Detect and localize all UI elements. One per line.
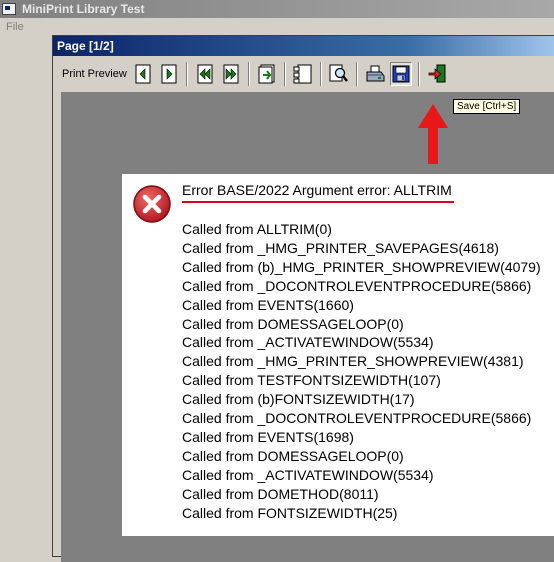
toolbar-separator: [247, 62, 250, 86]
call-stack-item: Called from _ACTIVATEWINDOW(5534): [182, 466, 434, 483]
thumbnails-button[interactable]: [292, 62, 314, 86]
error-title: Error BASE/2022 Argument error: ALLTRIM: [182, 182, 454, 203]
call-stack-item: Called from _HMG_PRINTER_SHOWPREVIEW(438…: [182, 353, 524, 370]
preview-titlebar: Page [1/2]: [53, 36, 554, 56]
call-stack-item: Called from _DOCONTROLEVENTPROCEDURE(586…: [182, 410, 532, 427]
toolbar-label: Print Preview: [62, 68, 127, 80]
red-arrow-annotation: [418, 104, 448, 164]
toolbar-separator: [185, 62, 188, 86]
save-button[interactable]: [389, 62, 412, 86]
call-stack-item: Called from (b)_HMG_PRINTER_SHOWPREVIEW(…: [182, 258, 541, 275]
call-stack-item: Called from (b)FONTSIZEWIDTH(17): [182, 391, 415, 408]
zoom-icon: [329, 64, 348, 82]
first-page-icon: [197, 64, 213, 84]
call-stack-item: Called from FONTSIZEWIDTH(25): [182, 504, 398, 521]
toolbar-separator: [355, 62, 358, 86]
close-preview-button[interactable]: [426, 62, 448, 86]
save-icon: [392, 65, 410, 83]
print-icon: [366, 65, 385, 82]
next-page-button[interactable]: [158, 62, 180, 86]
prev-page-icon: [135, 64, 151, 84]
app-icon: [2, 3, 16, 15]
error-dialog: Error BASE/2022 Argument error: ALLTRIM …: [122, 174, 554, 536]
main-window-title: MiniPrint Library Test: [22, 2, 145, 16]
last-page-button[interactable]: [220, 62, 242, 86]
menu-file[interactable]: File: [6, 21, 24, 33]
zoom-in-icon: [258, 64, 275, 84]
save-tooltip: Save [Ctrl+S]: [453, 99, 521, 114]
go-to-page-button[interactable]: [256, 62, 278, 86]
toolbar-separator: [319, 62, 322, 86]
call-stack-item: Called from _HMG_PRINTER_SAVEPAGES(4618): [182, 239, 499, 256]
call-stack-list: Called from ALLTRIM(0) Called from _HMG_P…: [182, 220, 541, 523]
call-stack-item: Called from DOMETHOD(8011): [182, 485, 379, 502]
toolbar-separator: [283, 62, 286, 86]
thumbnails-icon: [293, 64, 312, 84]
call-stack-item: Called from EVENTS(1660): [182, 296, 354, 313]
prev-page-button[interactable]: [132, 62, 154, 86]
preview-toolbar: Print Preview: [55, 58, 554, 90]
call-stack-item: Called from EVENTS(1698): [182, 428, 354, 445]
first-page-button[interactable]: [194, 62, 216, 86]
next-page-icon: [161, 64, 177, 84]
print-button[interactable]: [364, 62, 386, 86]
last-page-icon: [223, 64, 239, 84]
call-stack-item: Called from _ACTIVATEWINDOW(5534): [182, 334, 434, 351]
call-stack-item: Called from _DOCONTROLEVENTPROCEDURE(586…: [182, 277, 532, 294]
toolbar-separator: [417, 62, 420, 86]
call-stack-item: Called from DOMESSAGELOOP(0): [182, 315, 404, 332]
error-icon: [133, 185, 171, 223]
call-stack-item: Called from ALLTRIM(0): [182, 221, 332, 237]
main-window-titlebar: MiniPrint Library Test: [0, 0, 554, 18]
call-stack-item: Called from DOMESSAGELOOP(0): [182, 447, 404, 464]
close-icon: [428, 64, 446, 83]
preview-title: Page [1/2]: [57, 39, 114, 53]
zoom-button[interactable]: [328, 62, 350, 86]
call-stack-item: Called from TESTFONTSIZEWIDTH(107): [182, 372, 441, 389]
